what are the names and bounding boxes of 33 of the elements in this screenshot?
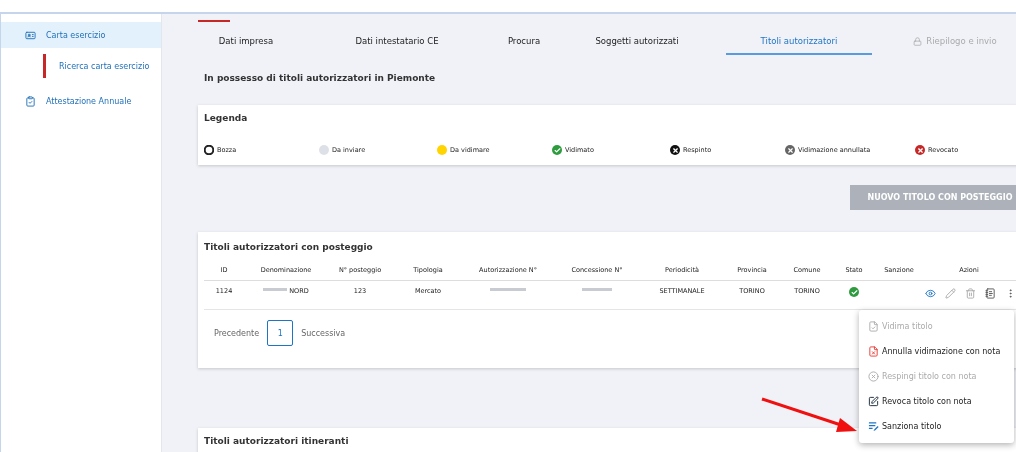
sidebar-item[interactable]: Attestazione Annuale: [1, 88, 161, 114]
card-title: Titoli autorizzatori con posteggio: [204, 242, 373, 252]
title-underline: [198, 20, 230, 22]
x-circle-icon: [868, 371, 879, 382]
tab[interactable]: Titoli autorizzatori: [726, 30, 872, 55]
view-button[interactable]: [925, 287, 936, 299]
check-circle-icon: [849, 287, 859, 297]
view-icon: [925, 287, 936, 299]
file-x-icon: [868, 346, 879, 357]
note-button[interactable]: [985, 287, 996, 299]
tab[interactable]: Dati intestatario CE: [294, 30, 500, 55]
trash-icon: [965, 287, 976, 299]
next-link[interactable]: Successiva: [301, 328, 346, 338]
sidebar-item[interactable]: Carta esercizio: [1, 22, 161, 48]
tab[interactable]: Procura: [500, 30, 548, 55]
form-icon: [25, 95, 36, 107]
tab[interactable]: Soggetti autorizzati: [548, 30, 726, 55]
card-title: Legenda: [204, 113, 248, 123]
section-subtitle: In possesso di titoli autorizzatori in Piemonte: [204, 73, 437, 83]
tab[interactable]: Dati impresa: [198, 30, 294, 55]
pen-square-icon: [868, 396, 879, 407]
id-card-icon: [25, 29, 36, 41]
lock-icon: [913, 36, 923, 46]
note-icon: [985, 287, 996, 299]
previous-link[interactable]: Precedente: [214, 328, 260, 338]
card-title: Titoli autorizzatori itineranti: [204, 436, 349, 446]
lines-pen-icon: [868, 421, 879, 432]
file-check-icon: [868, 321, 879, 332]
menu-item[interactable]: Revoca titolo con nota: [859, 389, 1014, 414]
menu-item[interactable]: Annulla vidimazione con nota: [859, 339, 1014, 364]
menu-item[interactable]: Sanziona titolo: [859, 414, 1014, 439]
pencil-icon: [945, 287, 956, 299]
page-number[interactable]: 1: [267, 320, 294, 346]
